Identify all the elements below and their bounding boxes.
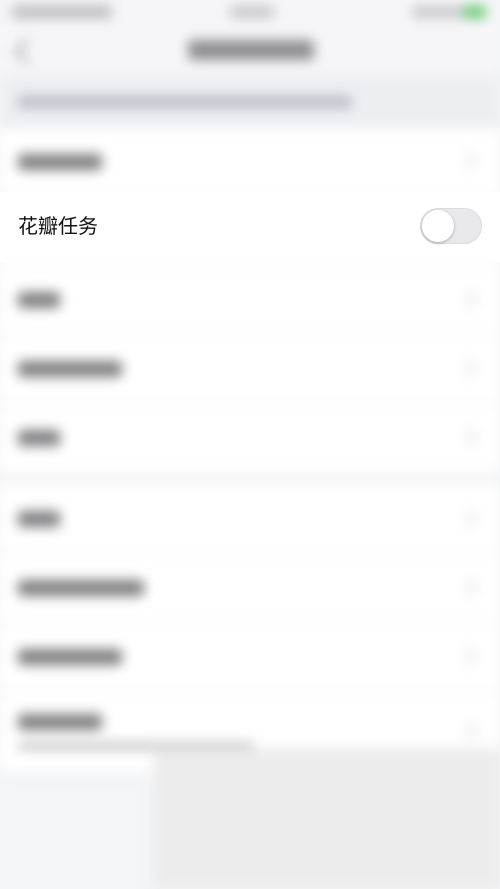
petal-task-toggle[interactable]	[420, 208, 482, 244]
list-item-label-placeholder	[18, 292, 60, 308]
chevron-right-icon	[457, 151, 477, 171]
settings-screen: 花瓣任务	[0, 0, 500, 889]
bottom-overlay-panel	[153, 748, 500, 889]
page-title-placeholder	[188, 40, 314, 60]
list-item-label-placeholder	[18, 154, 102, 170]
list-item[interactable]	[0, 128, 500, 197]
battery-icon	[464, 6, 486, 18]
list-item-label-placeholder	[18, 580, 144, 596]
section-gap	[0, 473, 500, 485]
chevron-right-icon	[457, 289, 477, 309]
hint-text-placeholder	[18, 96, 352, 108]
chevron-right-icon	[457, 508, 477, 528]
chevron-right-icon	[457, 358, 477, 378]
list-item[interactable]	[0, 335, 500, 404]
setting-label: 花瓣任务	[18, 214, 98, 238]
hint-banner	[0, 76, 500, 128]
chevron-right-icon	[457, 721, 477, 741]
list-item[interactable]	[0, 554, 500, 623]
chevron-right-icon	[457, 427, 477, 447]
status-time-placeholder	[230, 6, 274, 18]
list-item-label-placeholder	[18, 361, 122, 377]
status-carrier-placeholder	[12, 6, 112, 18]
chevron-right-icon	[457, 646, 477, 666]
chevron-right-icon	[457, 577, 477, 597]
list-item-label-placeholder	[18, 714, 102, 730]
toggle-knob	[422, 210, 454, 242]
nav-bar	[0, 26, 500, 76]
list-item[interactable]	[0, 485, 500, 554]
blurred-background	[0, 0, 500, 889]
status-bar	[0, 0, 500, 26]
list-item-label-placeholder	[18, 511, 60, 527]
list-item-label-placeholder	[18, 430, 60, 446]
list-item-label-placeholder	[18, 649, 122, 665]
list-item[interactable]	[0, 623, 500, 692]
list-item[interactable]	[0, 266, 500, 335]
chevron-left-icon[interactable]	[14, 38, 41, 65]
list-item[interactable]	[0, 404, 500, 473]
